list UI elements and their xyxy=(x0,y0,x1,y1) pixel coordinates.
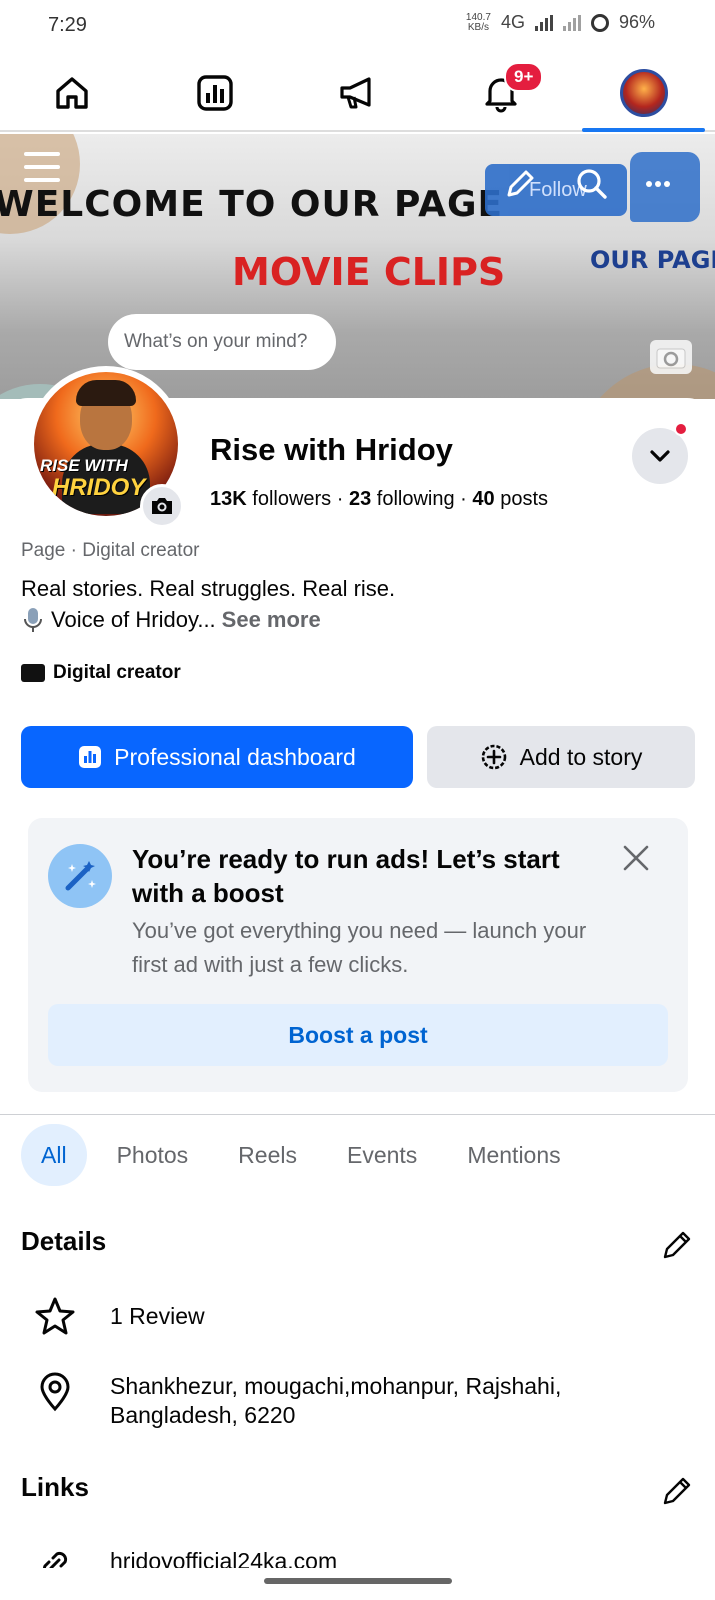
creator-label: Digital creator xyxy=(21,662,181,684)
content-tabs: All Photos Reels Events Mentions xyxy=(21,1124,581,1186)
search-button[interactable] xyxy=(572,164,612,204)
more-dots-icon xyxy=(646,181,670,187)
cover-clips-text: MOVIE CLIPS xyxy=(232,250,506,294)
signal-icon xyxy=(534,14,553,31)
add-circle-icon xyxy=(481,744,506,770)
network-type: 4G xyxy=(500,12,525,32)
tab-all[interactable]: All xyxy=(21,1124,87,1186)
links-title: Links xyxy=(21,1472,89,1502)
ads-card-subtitle: You’ve got everything you need — launch … xyxy=(132,918,587,977)
status-right: 140.7 KB/s 4G 96% xyxy=(466,12,655,33)
network-speed: 140.7 KB/s xyxy=(465,11,491,33)
ads-promo-card: You’re ready to run ads! Let’s start wit… xyxy=(28,818,688,1092)
detail-review[interactable]: 1 Review xyxy=(30,1296,205,1336)
notification-badge: 9+ xyxy=(504,62,544,92)
profile-avatar-small xyxy=(619,69,668,117)
camera-icon xyxy=(152,498,172,514)
star-icon xyxy=(30,1296,80,1336)
pencil-icon xyxy=(663,1231,691,1259)
close-icon xyxy=(623,845,649,871)
tab-mentions[interactable]: Mentions xyxy=(447,1124,580,1186)
chevron-down-icon xyxy=(650,450,670,462)
signal-2-icon xyxy=(562,14,581,31)
close-button[interactable] xyxy=(620,842,652,874)
link-item[interactable]: hridoyofficial24ka.com xyxy=(30,1546,715,1568)
camera-icon xyxy=(656,348,686,369)
magic-wand-icon xyxy=(48,844,112,908)
see-more-link[interactable]: See more xyxy=(222,607,321,633)
page-title: Rise with Hridoy xyxy=(210,432,453,467)
following-label[interactable]: following xyxy=(377,488,455,510)
boost-post-button[interactable]: Boost a post xyxy=(48,1004,668,1066)
status-time: 7:29 xyxy=(48,14,87,36)
ads-card-title: You’re ready to run ads! Let’s start wit… xyxy=(132,844,560,908)
tab-reels[interactable]: Reels xyxy=(218,1124,317,1186)
edit-profile-picture-button[interactable] xyxy=(140,484,184,528)
pencil-icon xyxy=(663,1477,691,1505)
notification-dot xyxy=(674,422,688,436)
detail-address: Shankhezur, mougachi,mohanpur, Rajshahi,… xyxy=(30,1372,561,1430)
details-title: Details xyxy=(21,1226,107,1256)
add-to-story-button[interactable]: Add to story xyxy=(427,726,695,788)
bio-line-2: Voice of Hridoy... See more xyxy=(21,606,321,634)
microphone-icon xyxy=(24,608,42,632)
cover-photo[interactable]: WELCOME TO OUR PAGE MOVIE CLIPS OUR PAGE… xyxy=(0,134,715,399)
top-nav: 9+ xyxy=(0,56,715,132)
cover-welcome-text: WELCOME TO OUR PAGE xyxy=(0,184,504,225)
section-divider xyxy=(0,1114,715,1115)
menu-icon[interactable] xyxy=(24,152,60,182)
nav-notifications[interactable]: 9+ xyxy=(429,56,572,130)
edit-cover-camera-button[interactable] xyxy=(650,340,692,374)
megaphone-icon xyxy=(339,77,371,109)
nav-dashboard[interactable] xyxy=(143,56,286,130)
search-icon xyxy=(577,169,607,199)
dashboard-icon xyxy=(196,75,233,111)
whats-on-your-mind-input[interactable]: What’s on your mind? xyxy=(108,314,336,370)
professional-dashboard-button[interactable]: Professional dashboard xyxy=(21,726,413,788)
following-count[interactable]: 23 xyxy=(349,488,371,510)
posts-label: posts xyxy=(500,488,549,510)
tab-photos[interactable]: Photos xyxy=(97,1124,209,1186)
cover-our-page-text: OUR PAGE xyxy=(590,246,715,274)
nav-home[interactable] xyxy=(0,56,143,130)
page-category: Page · Digital creator xyxy=(21,540,200,561)
link-icon xyxy=(30,1546,80,1568)
nav-ads[interactable] xyxy=(286,56,429,130)
dashboard-icon xyxy=(79,746,102,768)
followers-count[interactable]: 13K xyxy=(210,488,247,510)
battery-level: 96% xyxy=(618,12,655,32)
edit-details-button[interactable] xyxy=(660,1228,696,1264)
home-icon xyxy=(55,77,88,109)
edit-links-button[interactable] xyxy=(660,1474,696,1510)
edit-page-button[interactable] xyxy=(500,164,540,204)
battery-icon xyxy=(590,13,609,32)
nav-profile[interactable] xyxy=(572,56,715,132)
page-stats: 13K followers · 23 following · 40 posts xyxy=(210,488,549,510)
status-bar: 7:29 140.7 KB/s 4G 96% xyxy=(0,0,715,54)
bio-line-1: Real stories. Real struggles. Real rise. xyxy=(21,576,396,601)
clapperboard-icon xyxy=(21,664,45,682)
more-options-button[interactable] xyxy=(638,164,678,204)
followers-label[interactable]: followers xyxy=(252,488,331,510)
pencil-icon xyxy=(507,170,534,197)
location-pin-icon xyxy=(30,1372,80,1412)
posts-count: 40 xyxy=(472,488,495,510)
home-indicator[interactable] xyxy=(264,1578,452,1584)
tab-events[interactable]: Events xyxy=(327,1124,437,1186)
profile-switch-button[interactable] xyxy=(632,428,688,484)
